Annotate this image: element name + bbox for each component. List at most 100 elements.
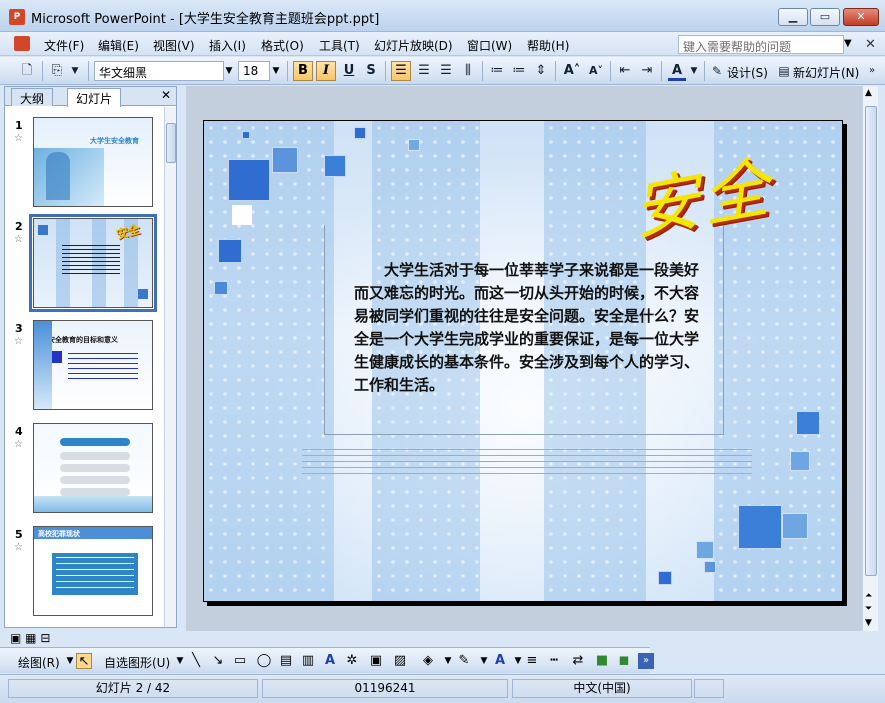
close-button[interactable]: ✕ (843, 8, 879, 26)
draw-menu-button[interactable]: 绘图(R) (18, 654, 60, 671)
previous-slide-icon[interactable]: ⏶ (865, 591, 872, 601)
align-left-icon[interactable]: ☰ (391, 61, 411, 81)
help-search-input[interactable]: 键入需要帮助的问题 (678, 35, 844, 54)
menu-slideshow[interactable]: 幻灯片放映(D) (374, 37, 453, 54)
decor-square (658, 571, 672, 585)
menu-edit[interactable]: 编辑(E) (98, 37, 139, 54)
slide-thumbnail[interactable]: 安全教育的目标和意义 (33, 320, 153, 410)
scrollbar-thumb[interactable] (166, 123, 176, 163)
tab-slides[interactable]: 幻灯片 (67, 88, 122, 107)
underline-button[interactable]: U (340, 61, 358, 81)
copy-icon[interactable]: ⎘ (48, 61, 66, 81)
slide-scrollbar[interactable]: ▲ ⏶ ⏷ ▼ (862, 86, 878, 631)
scrollbar-thumb[interactable] (865, 106, 877, 576)
toolbar-options-icon[interactable]: » (638, 653, 654, 669)
bold-button[interactable]: B (293, 61, 313, 81)
shadow-button[interactable]: S (362, 61, 380, 81)
line-tool-icon[interactable]: ╲ (188, 653, 204, 669)
slide-sorter-icon[interactable]: ▦ (25, 631, 36, 645)
document-icon[interactable] (14, 36, 30, 51)
new-slide-button[interactable]: 新幻灯片(N) (793, 64, 859, 81)
toolbar-separator (385, 61, 386, 81)
decrease-font-icon[interactable]: A˅ (586, 61, 606, 81)
wordart-tool-icon[interactable]: A (322, 653, 338, 669)
chevron-down-icon[interactable]: ▼ (440, 653, 456, 669)
font-name-combo[interactable]: 华文细黑 (94, 61, 224, 81)
minimize-button[interactable]: ▁ (778, 8, 808, 26)
close-icon[interactable]: ✕ (161, 88, 171, 102)
shadow-style-icon[interactable]: ■ (594, 653, 610, 669)
line-color-icon[interactable]: ✎ (456, 653, 472, 669)
oval-tool-icon[interactable]: ◯ (256, 653, 272, 669)
chevron-down-icon[interactable]: ▼ (172, 653, 188, 669)
3d-style-icon[interactable]: ◼ (616, 653, 632, 669)
slide-body-text[interactable]: 大学生活对于每一位莘莘学子来说都是一段美好而又难忘的时光。而这一切从头开始的时候… (354, 259, 709, 397)
maximize-button[interactable]: ▭ (810, 8, 840, 26)
design-button[interactable]: 设计(S) (727, 64, 768, 81)
line-spacing-icon[interactable]: ⇕ (532, 61, 550, 81)
clipart-icon[interactable]: ▣ (368, 653, 384, 669)
slide-thumbnail[interactable]: 高校犯罪现状 (33, 526, 153, 616)
numbered-list-icon[interactable]: ≔ (488, 61, 506, 81)
vertical-textbox-icon[interactable]: ▥ (300, 653, 316, 669)
new-document-icon[interactable]: 🗋 (18, 61, 36, 81)
toolbar-separator (555, 61, 556, 81)
chevron-down-icon[interactable]: ▼ (688, 61, 700, 81)
menu-view[interactable]: 视图(V) (153, 37, 195, 54)
slideshow-icon[interactable]: ⊟ (40, 631, 50, 645)
menu-help[interactable]: 帮助(H) (527, 37, 569, 54)
font-color-icon[interactable]: A (668, 61, 686, 81)
picture-icon[interactable]: ▨ (392, 653, 408, 669)
line-style-icon[interactable]: ≡ (524, 653, 540, 669)
increase-indent-icon[interactable]: ⇥ (638, 61, 656, 81)
chevron-down-icon[interactable]: ▼ (844, 38, 852, 49)
arrow-tool-icon[interactable]: ↘ (210, 653, 226, 669)
language-indicator[interactable]: 中文(中国) (512, 679, 692, 698)
tab-outline[interactable]: 大纲 (11, 88, 54, 106)
menu-tools[interactable]: 工具(T) (319, 37, 360, 54)
toolbar-options-icon[interactable]: » (866, 61, 878, 81)
menu-window[interactable]: 窗口(W) (467, 37, 512, 54)
rectangle-tool-icon[interactable]: ▭ (232, 653, 248, 669)
menu-file[interactable]: 文件(F) (44, 37, 84, 54)
thumbnail-bar (60, 452, 130, 460)
bullet-list-icon[interactable]: ≔ (510, 61, 528, 81)
fill-color-icon[interactable]: ◈ (420, 653, 436, 669)
slide-thumbnail-selected[interactable]: 安全 (29, 214, 157, 312)
chevron-down-icon[interactable]: ▼ (223, 61, 235, 81)
autoshapes-button[interactable]: 自选图形(U) (104, 654, 170, 671)
normal-view-icon[interactable]: ▣ (10, 631, 21, 645)
slide-thumbnail[interactable]: 大学生安全教育 (33, 117, 153, 207)
dash-style-icon[interactable]: ┅ (546, 653, 562, 669)
decor-square (324, 155, 346, 177)
align-right-icon[interactable]: ☰ (437, 61, 455, 81)
next-slide-icon[interactable]: ⏷ (865, 604, 872, 614)
scroll-up-icon[interactable]: ▲ (865, 88, 872, 98)
menu-format[interactable]: 格式(O) (261, 37, 304, 54)
design-icon[interactable]: ✎ (709, 61, 725, 81)
thumbnail-scrollbar[interactable] (164, 107, 176, 627)
new-slide-icon[interactable]: ▤ (776, 61, 792, 81)
font-color-icon[interactable]: A (492, 653, 508, 669)
document-close-icon[interactable]: ✕ (865, 37, 876, 52)
chevron-down-icon[interactable]: ▼ (68, 61, 82, 81)
current-slide[interactable]: 安全 大学生活对于每一位莘莘学子来说都是一段美好而又难忘的时光。而这一切从头开始… (203, 120, 843, 602)
decor-square (738, 505, 782, 549)
font-size-combo[interactable]: 18 (238, 61, 270, 81)
menu-insert[interactable]: 插入(I) (209, 37, 246, 54)
distribute-icon[interactable]: ⫼ (459, 61, 477, 81)
select-pointer-icon[interactable]: ↖ (76, 653, 92, 669)
italic-button[interactable]: I (316, 61, 336, 81)
chevron-down-icon[interactable]: ▼ (476, 653, 492, 669)
scroll-down-icon[interactable]: ▼ (865, 618, 872, 628)
diagram-tool-icon[interactable]: ✲ (344, 653, 360, 669)
align-center-icon[interactable]: ☰ (415, 61, 433, 81)
textbox-tool-icon[interactable]: ▤ (278, 653, 294, 669)
chevron-down-icon[interactable]: ▼ (270, 61, 282, 81)
arrow-style-icon[interactable]: ⇄ (570, 653, 586, 669)
thumbnail-square (38, 225, 48, 235)
slide-thumbnail[interactable] (33, 423, 153, 513)
increase-font-icon[interactable]: A˄ (562, 61, 582, 81)
powerpoint-app-icon[interactable]: P (9, 9, 25, 25)
decrease-indent-icon[interactable]: ⇤ (616, 61, 634, 81)
